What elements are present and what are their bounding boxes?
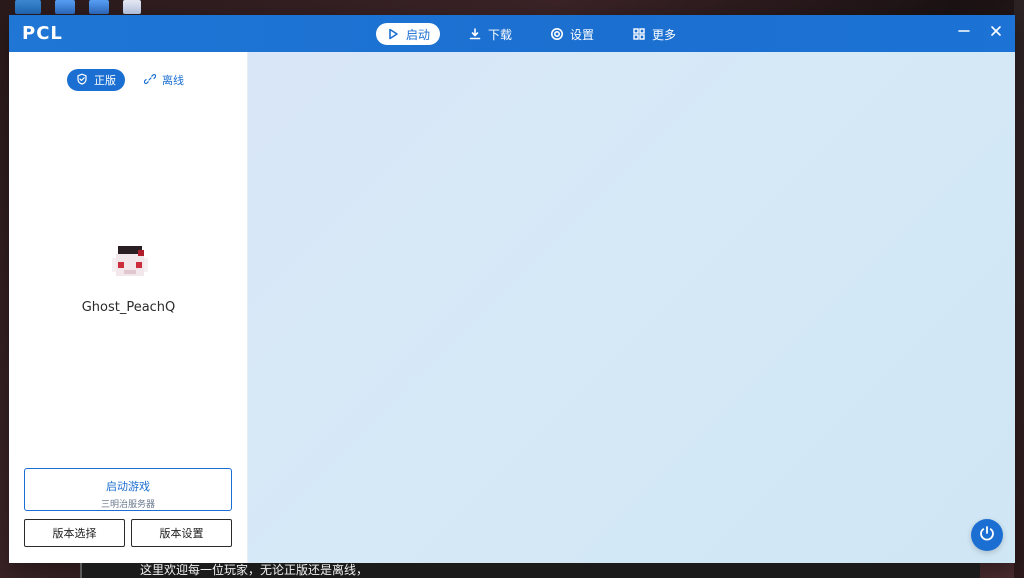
mode-label: 离线 <box>162 74 184 87</box>
launch-title: 启动游戏 <box>106 480 150 493</box>
titlebar: PCL 启动 下载 设置 更多 <box>9 15 1015 52</box>
nav-settings[interactable]: 设置 <box>540 23 604 45</box>
mode-tab-premium[interactable]: 正版 <box>67 69 125 91</box>
nav-download[interactable]: 下载 <box>458 23 522 45</box>
nav-label: 下载 <box>488 27 513 42</box>
nav-label: 设置 <box>570 27 595 42</box>
background-chat-strip: 这里欢迎每一位玩家，无论正版还是离线， <box>80 563 980 578</box>
top-nav: 启动 下载 设置 更多 <box>376 23 686 45</box>
download-icon <box>468 27 482 41</box>
desktop-edge <box>1014 0 1024 578</box>
window-controls <box>955 23 1005 41</box>
grid-icon <box>632 27 646 41</box>
nav-more[interactable]: 更多 <box>622 23 686 45</box>
nav-label: 启动 <box>406 27 431 42</box>
nav-label: 更多 <box>652 27 677 42</box>
settings-icon <box>550 27 564 41</box>
minimize-icon <box>957 23 971 42</box>
launch-game-button[interactable]: 启动游戏 三明治服务器 <box>24 468 232 511</box>
launch-subtitle: 三明治服务器 <box>100 500 155 510</box>
version-select-button[interactable]: 版本选择 <box>24 519 125 547</box>
main-panel <box>248 52 1015 563</box>
pcl-window: PCL 启动 下载 设置 更多 正版 离线 Ghost_PeachQ 启动游戏 … <box>9 15 1015 563</box>
power-button[interactable] <box>971 519 1003 551</box>
version-settings-button[interactable]: 版本设置 <box>131 519 232 547</box>
desktop-icons <box>15 0 141 14</box>
link-icon <box>143 73 157 88</box>
desktop-document-icon <box>123 0 141 14</box>
close-button[interactable] <box>987 23 1005 41</box>
play-icon <box>386 27 400 41</box>
desktop-app-icon <box>15 0 41 14</box>
avatar <box>108 240 152 284</box>
power-icon <box>979 525 995 545</box>
shield-check-icon <box>76 73 88 88</box>
desktop-app-icon <box>55 0 75 14</box>
account-mode-tabs: 正版 离线 <box>67 69 193 91</box>
close-icon <box>989 23 1003 42</box>
app-title: PCL <box>22 23 63 44</box>
mode-tab-offline[interactable]: 离线 <box>135 69 193 91</box>
nav-launch[interactable]: 启动 <box>376 23 441 45</box>
content-area: 正版 离线 Ghost_PeachQ 启动游戏 三明治服务器 版本选择 版本设置 <box>9 52 1015 563</box>
left-panel: 正版 离线 Ghost_PeachQ 启动游戏 三明治服务器 版本选择 版本设置 <box>9 52 248 563</box>
desktop-app-icon <box>89 0 109 14</box>
mode-label: 正版 <box>94 74 116 87</box>
background-message: 这里欢迎每一位玩家，无论正版还是离线， <box>140 563 369 577</box>
username: Ghost_PeachQ <box>81 300 176 315</box>
minimize-button[interactable] <box>955 23 973 41</box>
